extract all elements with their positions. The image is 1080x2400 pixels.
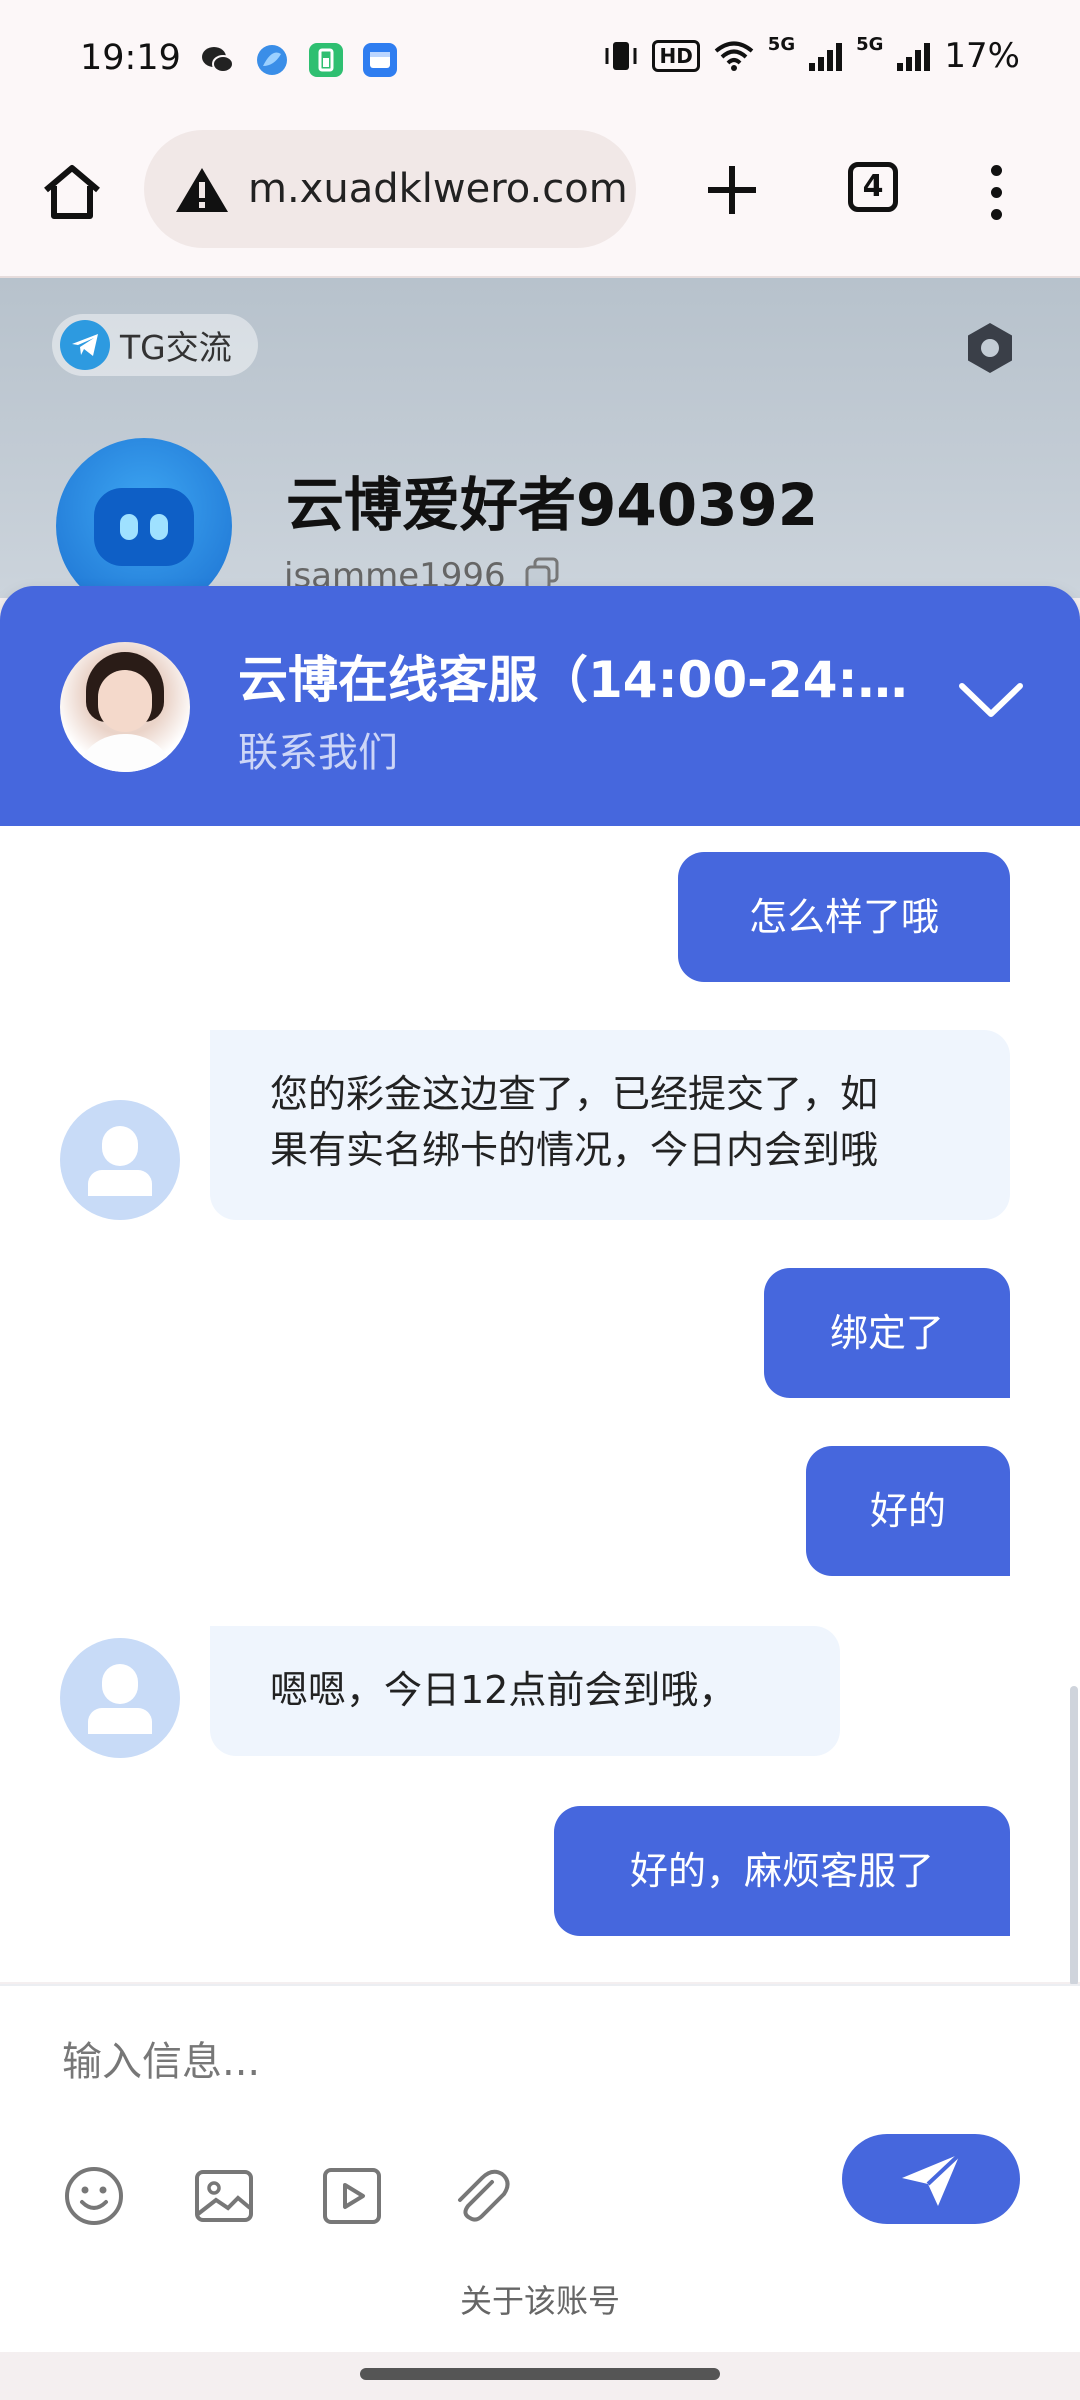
robot-avatar <box>56 438 232 598</box>
message-in: 嗯嗯，今日12点前会到哦， <box>210 1626 840 1756</box>
wifi-icon <box>714 41 754 71</box>
tg-group-button[interactable]: TG交流 <box>52 314 258 376</box>
profile-header: TG交流 云博爱好者940392 isamme1996 <box>0 278 1080 598</box>
message-out: 好的，麻烦客服了 <box>554 1806 1010 1936</box>
message-out: 怎么样了哦 <box>678 852 1010 982</box>
chat-title: 云博在线客服（14:00-24:00） <box>238 651 918 709</box>
emoji-icon[interactable] <box>62 2164 126 2228</box>
scrollbar[interactable] <box>1070 1686 1078 1986</box>
status-right: HD 5G 5G 17% <box>604 33 1020 76</box>
battery-app-icon <box>309 43 343 77</box>
signal-icon-1 <box>809 41 843 71</box>
files-app-icon <box>363 43 397 77</box>
image-icon[interactable] <box>192 2164 256 2228</box>
more-menu-icon[interactable] <box>986 160 1006 224</box>
url-bar[interactable]: m.xuadklwero.com <box>144 130 636 248</box>
tab-switcher-button[interactable]: 4 <box>848 162 898 212</box>
battery-level: 17% <box>944 36 1020 76</box>
hd-badge: HD <box>652 40 700 72</box>
notification-icons <box>200 42 398 78</box>
home-icon[interactable] <box>40 160 104 224</box>
agent-avatar <box>60 642 190 772</box>
signal-icon-2 <box>897 41 931 71</box>
send-button[interactable] <box>842 2134 1020 2224</box>
settings-hex-icon[interactable] <box>962 320 1018 376</box>
browser-icon <box>257 45 287 75</box>
agent-default-avatar <box>60 1638 180 1758</box>
network-5g-2: 5G <box>856 33 884 55</box>
message-out: 绑定了 <box>764 1268 1010 1398</box>
message-input[interactable] <box>60 2026 964 2098</box>
message-in-line: 您的彩金这边查了，已经提交了，如 <box>270 1072 879 1116</box>
status-bar: 19:19 HD 5G 5G 17% <box>0 0 1080 124</box>
attachment-icon[interactable] <box>448 2164 512 2228</box>
message-in-line: 果有实名绑卡的情况，今日内会到哦 <box>270 1128 879 1172</box>
message-out: 好的 <box>806 1446 1010 1576</box>
status-time: 19:19 <box>80 38 181 78</box>
new-tab-icon[interactable] <box>700 158 764 222</box>
chevron-down-icon[interactable] <box>956 676 1026 726</box>
agent-default-avatar <box>60 1100 180 1220</box>
warning-icon[interactable] <box>174 166 230 214</box>
vibrate-icon <box>605 42 637 70</box>
url-text[interactable]: m.xuadklwero.com <box>248 166 628 212</box>
home-indicator[interactable] <box>360 2368 720 2380</box>
message-in: 您的彩金这边查了，已经提交了，如 果有实名绑卡的情况，今日内会到哦 <box>210 1030 1010 1220</box>
chat-subtitle: 联系我们 <box>238 730 398 776</box>
message-list[interactable]: 怎么样了哦 您的彩金这边查了，已经提交了，如 果有实名绑卡的情况，今日内会到哦 … <box>0 826 1080 1982</box>
send-icon <box>902 2152 962 2206</box>
video-icon[interactable] <box>320 2164 384 2228</box>
composer: 关于该账号 <box>0 1984 1080 2354</box>
browser-toolbar: m.xuadklwero.com 4 <box>0 124 1080 278</box>
telegram-icon <box>60 320 110 370</box>
chat-header[interactable]: 云博在线客服（14:00-24:00） 联系我们 <box>0 586 1080 826</box>
tg-label: TG交流 <box>120 328 232 367</box>
network-5g-1: 5G <box>767 33 796 55</box>
profile-name: 云博爱好者940392 <box>286 471 819 539</box>
about-account-link[interactable]: 关于该账号 <box>0 2276 1080 2322</box>
wechat-icon <box>202 47 234 73</box>
